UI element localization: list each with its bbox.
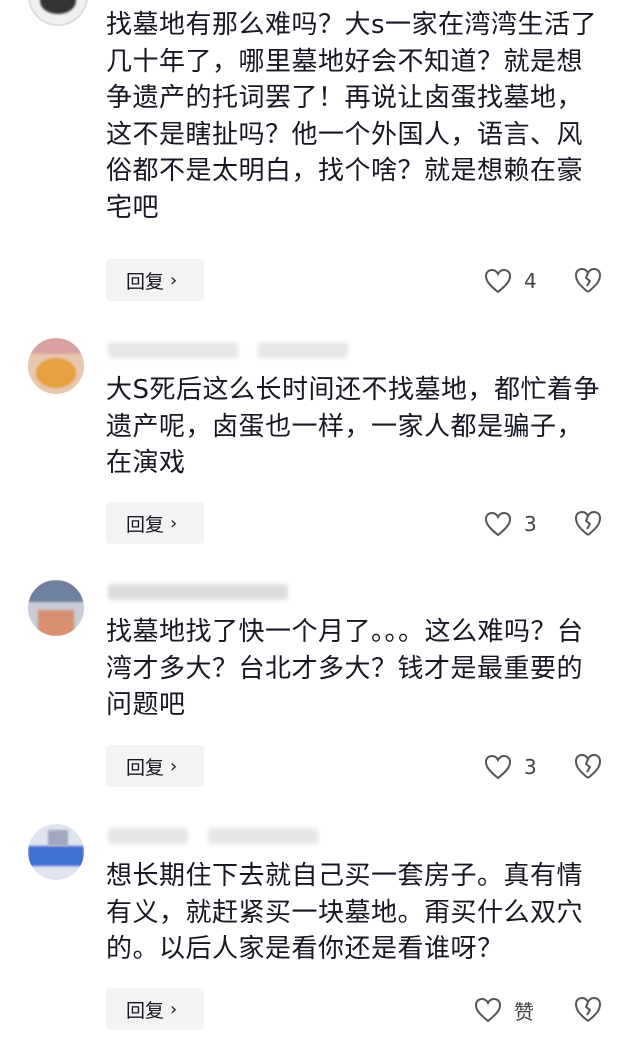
avatar[interactable] xyxy=(28,338,84,394)
dislike-button[interactable] xyxy=(573,752,603,782)
broken-heart-icon xyxy=(575,997,601,1022)
reply-button[interactable]: 回复 › xyxy=(106,502,204,544)
chevron-right-icon: › xyxy=(170,998,178,1020)
reply-button[interactable]: 回复 › xyxy=(106,259,204,301)
chevron-right-icon: › xyxy=(170,269,178,291)
dislike-button[interactable] xyxy=(573,266,603,296)
heart-outline-icon xyxy=(474,997,502,1023)
like-count: 3 xyxy=(524,512,537,536)
heart-outline-icon xyxy=(484,754,512,780)
broken-heart-icon xyxy=(575,754,601,779)
like-count: 3 xyxy=(524,755,537,779)
reply-label: 回复 xyxy=(126,999,165,1022)
heart-outline-icon xyxy=(484,511,512,537)
heart-outline-icon xyxy=(484,268,512,294)
avatar[interactable] xyxy=(28,0,88,26)
like-button[interactable]: 3 xyxy=(484,509,537,539)
like-button[interactable]: 赞 xyxy=(474,995,534,1025)
reply-label: 回复 xyxy=(126,756,165,779)
comment-text: 找墓地有那么难吗？大s一家在湾湾生活了几十年了，哪里墓地好会不知道？就是想争遗产… xyxy=(106,10,598,223)
comment-text: 想长期住下去就自己买一套房子。真有情有义，就赶紧买一块墓地。甭买什么双穴的。以后… xyxy=(106,861,584,964)
username-blurred[interactable] xyxy=(108,580,408,602)
reply-label: 回复 xyxy=(126,513,165,536)
comment-text: 找墓地找了快一个月了。。。这么难吗？台湾才多大？台北才多大？钱才是最重要的问题吧 xyxy=(106,617,584,720)
broken-heart-icon xyxy=(575,511,601,536)
reply-button[interactable]: 回复 › xyxy=(106,988,204,1030)
like-count: 赞 xyxy=(514,999,534,1024)
broken-heart-icon xyxy=(575,268,601,293)
avatar[interactable] xyxy=(28,824,84,880)
like-count: 4 xyxy=(524,269,537,293)
chevron-right-icon: › xyxy=(170,755,178,777)
dislike-button[interactable] xyxy=(573,509,603,539)
reply-label: 回复 xyxy=(126,270,165,293)
like-button[interactable]: 4 xyxy=(484,266,537,296)
username-blurred[interactable] xyxy=(108,338,408,360)
username-blurred[interactable] xyxy=(108,824,408,846)
avatar[interactable] xyxy=(28,580,84,636)
comment-text: 大S死后这么长时间还不找墓地，都忙着争遗产呢，卤蛋也一样，一家人都是骗子，在演戏 xyxy=(106,375,601,478)
like-button[interactable]: 3 xyxy=(484,752,537,782)
reply-button[interactable]: 回复 › xyxy=(106,745,204,787)
chevron-right-icon: › xyxy=(170,512,178,534)
dislike-button[interactable] xyxy=(573,995,603,1025)
